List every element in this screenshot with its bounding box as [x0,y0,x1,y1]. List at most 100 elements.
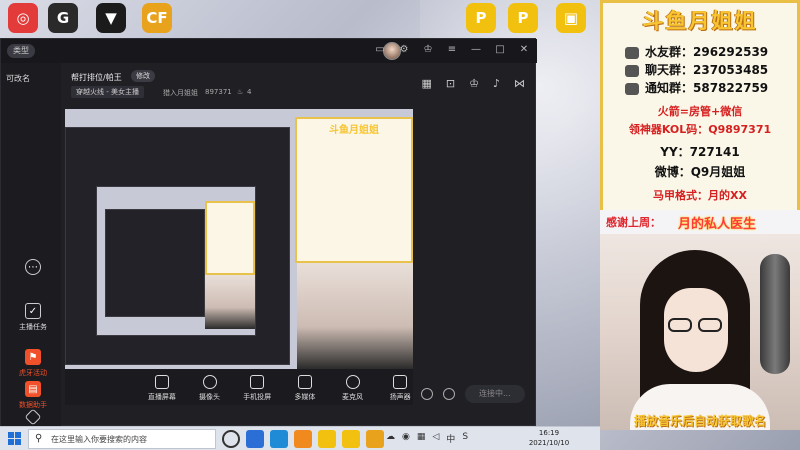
cloud-icon[interactable]: ☁ [386,432,395,445]
search-placeholder: 在这里输入你要搜索的内容 [51,435,147,444]
nested-cam-2 [205,275,255,329]
activity-icon: ⚑ [25,349,41,365]
header-actions: ▦ ⊡ ♔ ♪ ⋈ [421,77,525,90]
shirt-icon[interactable]: ♔ [421,43,435,57]
nested-webcam [297,263,413,369]
close-icon[interactable]: ✕ [517,43,531,57]
sidebar-item-more[interactable]: ⋯ [15,259,51,278]
p-app-icon-2[interactable]: P [508,3,538,33]
preview-capture: 斗鱼月姐姐 [65,109,413,369]
search-icon: ⚲ [35,433,43,444]
sidebar-item-data[interactable]: ▤ 数据助手 [15,381,51,410]
sogou-icon[interactable]: S [462,432,468,445]
input-lang[interactable]: 中 [446,432,455,445]
folder-app-icon[interactable]: ▣ [556,3,586,33]
network-icon[interactable]: ▦ [417,432,426,445]
nested-app-window-2 [105,209,205,317]
flame-icon: ♨ [237,88,244,96]
vest-format: 马甲格式：月的XX [653,189,747,202]
p-app-icon-1[interactable]: P [466,3,496,33]
taskbar-apps [222,430,384,448]
qq-icon [625,46,639,59]
settings-icon[interactable] [443,388,455,400]
calendar-icon[interactable]: ▦ [421,77,431,90]
desktop-shortcuts: ◎ G ▼ CF P P ▣ [0,0,600,36]
crossfire-icon[interactable]: CF [142,3,172,33]
group-row: 通知群：587822759 [625,79,768,96]
promo-text: 火箭=房管+微信 [657,105,743,118]
huya-app-icon[interactable] [294,430,312,448]
speaker-button[interactable]: 扬声器 [379,375,421,417]
nested-panel-title: 斗鱼月姐姐 [329,125,379,136]
streamer-glasses [668,318,724,334]
multimedia-button[interactable]: 多媒体 [284,375,326,417]
live-controls: 连接中... [421,385,525,403]
system-tray: ☁ ◉ ▦ ◁ 中 S [386,432,468,445]
edit-title-button[interactable]: 修改 [131,70,155,82]
popularity-count: 4 [247,88,252,96]
camera-icon [202,375,217,389]
record-icon[interactable] [421,388,433,400]
monitor-icon [154,375,169,389]
group-row: 水友群：296292539 [625,43,768,60]
taskbar-clock[interactable]: 16:19 2021/10/10 [524,428,574,448]
p-app-icon[interactable] [318,430,336,448]
thanks-name: 月的私人医生 [678,217,757,232]
anchor-name: 猎入月姐姐 [163,89,198,97]
live-preview[interactable]: 斗鱼月姐姐 [65,109,413,405]
yy-id: YY：727141 [660,145,740,159]
task-view-icon[interactable] [246,430,264,448]
streaming-app-window: 类型 ▭ ⚙ ♔ ≡ — □ ✕ 可改名 ⋯ ✓ 主播任务 ⚑ 虎牙活动 ▤ 数… [0,38,537,427]
microphone-button[interactable]: 麦克风 [332,375,374,417]
message-icon[interactable]: ▭ [373,43,387,57]
sidebar-item-tasks[interactable]: ✓ 主播任务 [15,303,51,332]
source-toolbar: 直播屏幕 摄像头 手机投屏 多媒体 麦克风 扬声器 [141,375,421,417]
g-app-icon[interactable]: G [48,3,78,33]
shirt-icon[interactable]: ♔ [469,77,479,90]
sidebar-item-activity[interactable]: ⚑ 虎牙活动 [15,349,51,378]
minimize-icon[interactable]: — [469,43,483,57]
type-pill[interactable]: 类型 [7,44,35,58]
tool-label: 手机投屏 [243,393,272,401]
sidebar-item-label: 主播任务 [19,323,47,331]
sidebar-top-label[interactable]: 可改名 [6,73,30,84]
room-header: 帮打排位/帕王 修改 穿越火线 - 美女主播 猎入月姐姐 897371 ♨ 4 … [65,63,535,105]
microphone-icon [345,375,360,389]
yy-app-icon[interactable] [366,430,384,448]
menu-icon[interactable]: ≡ [445,43,459,57]
webcam-feed: 播放音乐后自动获取歌名 [600,234,800,430]
category-tag[interactable]: 穿越火线 - 美女主播 [71,86,144,98]
shield-game-icon[interactable]: ▼ [96,3,126,33]
windows-start-icon[interactable] [8,432,22,446]
tool-label: 扬声器 [389,393,411,401]
camera-button[interactable]: 摄像头 [189,375,231,417]
clock-time: 16:19 [538,429,560,437]
share-icon[interactable]: ⋈ [514,77,525,90]
game-icon[interactable]: ◉ [402,432,410,445]
bell-icon[interactable]: ♪ [493,77,500,90]
edge-icon[interactable] [270,430,288,448]
start-live-button[interactable]: 连接中... [465,385,525,403]
maximize-icon[interactable]: □ [493,43,507,57]
sidebar-item-label: 数据助手 [19,401,47,409]
cortana-icon[interactable] [222,430,240,448]
lock-icon[interactable]: ⊡ [446,77,455,90]
tool-label: 多媒体 [294,393,316,401]
desktop: ◎ G ▼ CF P P ▣ 类型 ▭ ⚙ ♔ ≡ — □ ✕ 可改名 ⋯ ✓ 主播任务 [0,0,800,450]
volume-icon[interactable]: ◁ [432,432,439,445]
nested-panel-2 [205,201,255,275]
p-app-icon-2[interactable] [342,430,360,448]
tool-label: 摄像头 [199,393,220,401]
cube-icon [24,408,42,426]
netease-cloud-music-icon[interactable]: ◎ [8,3,38,33]
sidebar-item-cube[interactable] [15,408,51,426]
gear-icon[interactable]: ⚙ [397,43,411,57]
screen-share-button[interactable]: 直播屏幕 [141,375,183,417]
data-icon: ▤ [25,381,41,397]
music-ticker: 播放音乐后自动获取歌名 [633,414,766,428]
taskbar-search[interactable]: ⚲ 在这里输入你要搜索的内容 [28,429,216,449]
sidebar: 可改名 ⋯ ✓ 主播任务 ⚑ 虎牙活动 ▤ 数据助手 [1,63,61,427]
phone-cast-button[interactable]: 手机投屏 [236,375,278,417]
nested-app-window [65,127,290,365]
app-titlebar: 类型 ▭ ⚙ ♔ ≡ — □ ✕ [1,39,537,63]
